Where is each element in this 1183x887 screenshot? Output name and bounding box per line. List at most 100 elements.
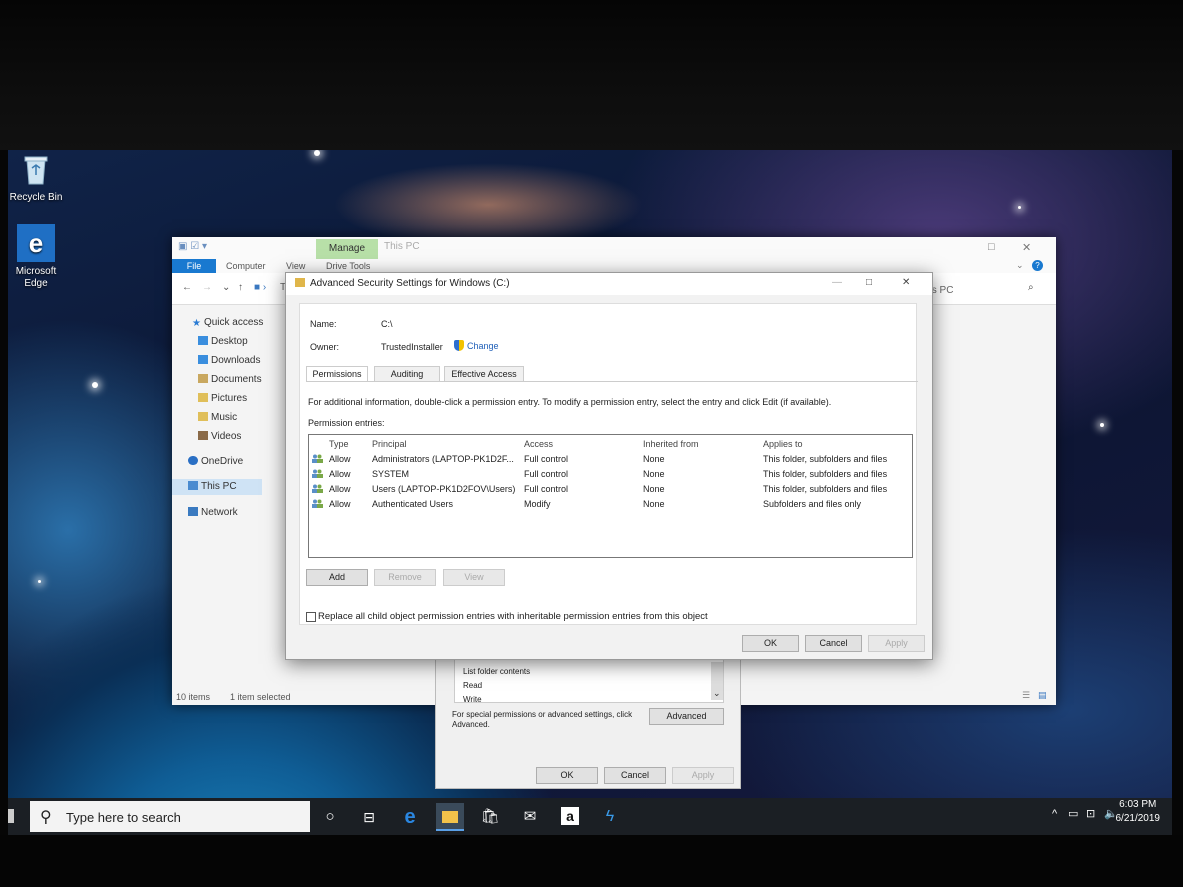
forward-icon[interactable]: → <box>202 282 212 293</box>
entry-inherited-from: None <box>643 484 665 494</box>
manage-tab[interactable]: Manage <box>316 239 378 259</box>
ribbon-tab-file[interactable]: File <box>172 259 216 273</box>
amazon-icon[interactable]: a <box>556 803 584 831</box>
tab-permissions[interactable]: Permissions <box>306 366 368 382</box>
nav-label: Desktop <box>211 336 248 347</box>
recycle-bin-shortcut[interactable]: Recycle Bin <box>8 150 66 204</box>
replace-child-permissions-label: Replace all child object permission entr… <box>318 611 708 622</box>
column-header-principal[interactable]: Principal <box>372 439 407 449</box>
star <box>1018 206 1021 209</box>
nav-network[interactable]: Network <box>188 505 238 521</box>
recent-locations-icon[interactable]: ⌄ <box>222 282 230 293</box>
taskbar-search-box[interactable]: ⚲ Type here to search <box>30 801 310 832</box>
clock[interactable]: 6:03 PM 6/21/2019 <box>1116 798 1161 826</box>
task-view-icon[interactable]: ⊟ <box>355 803 383 831</box>
videos-folder-icon <box>198 431 208 440</box>
ribbon-tab-drive-tools[interactable]: Drive Tools <box>326 261 370 271</box>
nav-quick-access[interactable]: ★ Quick access <box>192 315 263 331</box>
cancel-button[interactable]: Cancel <box>805 635 862 652</box>
close-icon[interactable]: ✕ <box>902 277 910 288</box>
battery-icon[interactable]: ▭ <box>1068 807 1078 820</box>
store-icon[interactable]: 🛍 <box>476 803 504 831</box>
ok-button[interactable]: OK <box>536 767 598 784</box>
tab-divider <box>306 381 918 382</box>
advanced-button[interactable]: Advanced <box>649 708 724 725</box>
permission-entries-label: Permission entries: <box>308 418 385 428</box>
maximize-icon[interactable]: □ <box>988 241 995 253</box>
scroll-down-icon[interactable]: ⌄ <box>713 688 721 699</box>
nav-documents[interactable]: Documents <box>198 372 262 388</box>
entry-access: Full control <box>524 484 569 494</box>
search-icon[interactable]: ⌕ <box>1028 282 1034 293</box>
advanced-security-body: Name: C:\ Owner: TrustedInstaller Change… <box>299 303 918 625</box>
change-owner-link[interactable]: Change <box>454 340 499 351</box>
star <box>92 382 98 388</box>
permission-list-item[interactable]: Read <box>463 681 482 690</box>
maximize-icon[interactable]: □ <box>866 277 872 288</box>
microsoft-edge-shortcut[interactable]: e Microsoft Edge <box>8 224 66 290</box>
start-button[interactable] <box>8 809 14 823</box>
view-button[interactable]: View <box>443 569 505 586</box>
name-value: C:\ <box>381 319 393 329</box>
apply-button[interactable]: Apply <box>672 767 734 784</box>
star <box>1100 423 1104 427</box>
app-icon[interactable]: ϟ <box>596 803 624 831</box>
nav-label: Documents <box>211 374 262 385</box>
ok-button[interactable]: OK <box>742 635 799 652</box>
apply-button[interactable]: Apply <box>868 635 925 652</box>
column-header-access[interactable]: Access <box>524 439 553 449</box>
tab-auditing[interactable]: Auditing <box>374 366 440 382</box>
minimize-icon[interactable]: — <box>832 277 842 288</box>
advanced-security-titlebar: Advanced Security Settings for Windows (… <box>286 273 932 295</box>
nav-onedrive[interactable]: OneDrive <box>188 454 243 470</box>
nav-videos[interactable]: Videos <box>198 429 241 445</box>
tab-effective-access[interactable]: Effective Access <box>444 366 524 382</box>
close-icon[interactable]: ✕ <box>1022 241 1031 254</box>
mail-icon[interactable]: ✉ <box>516 803 544 831</box>
replace-child-permissions-checkbox[interactable] <box>306 612 316 622</box>
file-explorer-icon[interactable] <box>436 803 464 831</box>
up-icon[interactable]: ↑ <box>238 282 243 293</box>
permission-list-item[interactable]: List folder contents <box>463 667 530 676</box>
table-row[interactable]: Allow Authenticated Users Modify None Su… <box>309 496 912 511</box>
nav-label: Videos <box>211 431 242 442</box>
column-header-applies-to[interactable]: Applies to <box>763 439 803 449</box>
entry-principal: SYSTEM <box>372 469 410 479</box>
nav-downloads[interactable]: Downloads <box>198 353 260 369</box>
taskbar: ⚲ Type here to search ○ ⊟ e 🛍 ✉ a ϟ ^ ▭ … <box>8 798 1172 835</box>
table-row[interactable]: Allow SYSTEM Full control None This fold… <box>309 466 912 481</box>
nav-desktop[interactable]: Desktop <box>198 334 248 350</box>
navigation-pane: ★ Quick access Desktop Downloads Document… <box>172 307 302 687</box>
entry-principal: Users (LAPTOP-PK1D2FOV\Users) <box>372 484 516 494</box>
explorer-ribbon: File Computer View Drive Tools ⌄ ? <box>172 259 1056 273</box>
quick-access-toolbar-icon[interactable]: ▣ ☑ ▾ <box>178 241 207 252</box>
monitor-bezel-top <box>0 0 1183 150</box>
details-view-icon[interactable]: ☰ <box>1022 690 1030 701</box>
large-icons-view-icon[interactable]: ▤ <box>1038 690 1047 701</box>
ribbon-tab-computer[interactable]: Computer <box>226 261 266 271</box>
cancel-button[interactable]: Cancel <box>604 767 666 784</box>
permission-entries-list[interactable]: Type Principal Access Inherited from App… <box>308 434 913 558</box>
help-icon[interactable]: ? <box>1032 260 1043 271</box>
table-row[interactable]: Allow Users (LAPTOP-PK1D2FOV\Users) Full… <box>309 481 912 496</box>
nav-label: Pictures <box>211 393 248 404</box>
entry-inherited-from: None <box>643 469 665 479</box>
entry-inherited-from: None <box>643 499 665 509</box>
ribbon-expand-icon[interactable]: ⌄ <box>1016 260 1024 271</box>
network-icon[interactable]: ⊡ <box>1086 807 1095 820</box>
show-hidden-icons-icon[interactable]: ^ <box>1052 808 1057 820</box>
permission-list[interactable]: List folder contents Read Write ⌄ <box>454 659 724 704</box>
remove-button[interactable]: Remove <box>374 569 436 586</box>
back-icon[interactable]: ← <box>182 282 192 293</box>
column-header-type[interactable]: Type <box>329 439 349 449</box>
nav-this-pc[interactable]: This PC <box>172 479 262 495</box>
nav-music[interactable]: Music <box>198 410 237 426</box>
permission-list-item[interactable]: Write <box>463 695 482 704</box>
column-header-inherited-from[interactable]: Inherited from <box>643 439 699 449</box>
ribbon-tab-view[interactable]: View <box>286 261 305 271</box>
edge-icon[interactable]: e <box>396 803 424 831</box>
nav-pictures[interactable]: Pictures <box>198 391 247 407</box>
add-button[interactable]: Add <box>306 569 368 586</box>
table-row[interactable]: Allow Administrators (LAPTOP-PK1D2F... F… <box>309 451 912 466</box>
cortana-icon[interactable]: ○ <box>316 803 344 831</box>
